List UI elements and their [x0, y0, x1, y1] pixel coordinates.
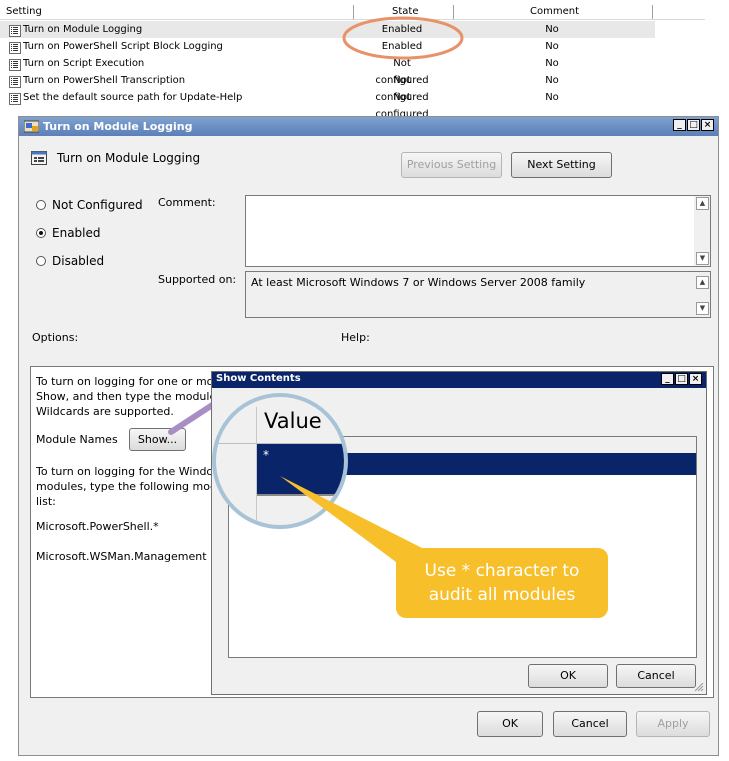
policy-row[interactable]: Set the default source path for Update-H…: [0, 89, 655, 120]
show-contents-title: Show Contents: [216, 373, 301, 384]
policy-name: Set the default source path for Update-H…: [23, 92, 243, 103]
maximize-button[interactable]: □: [687, 119, 700, 131]
minimize-button[interactable]: _: [673, 119, 686, 131]
previous-setting-button[interactable]: Previous Setting: [401, 152, 502, 178]
policy-row[interactable]: Turn on Script Execution Not configured …: [0, 55, 655, 86]
highlight-ellipse: [342, 16, 464, 60]
comment-label: Comment:: [158, 196, 216, 209]
radio-disabled[interactable]: [36, 256, 46, 266]
policy-name: Turn on Module Logging: [23, 24, 143, 35]
value-cell[interactable]: *: [263, 448, 269, 462]
policy-row[interactable]: Turn on PowerShell Script Block Logging …: [0, 38, 655, 55]
scroll-up-icon[interactable]: ▲: [696, 276, 709, 289]
module-example: Microsoft.WSMan.Management: [36, 550, 207, 563]
policy-comment: No: [545, 75, 559, 86]
callout-text: Use * character to: [424, 561, 580, 581]
supported-scrollbar[interactable]: ▲ ▼: [694, 272, 710, 317]
ok-button[interactable]: OK: [477, 711, 543, 737]
scroll-up-icon[interactable]: ▲: [696, 197, 709, 210]
policy-comment: No: [545, 24, 559, 35]
policy-comment: No: [545, 92, 559, 103]
policy-window-icon: [24, 120, 39, 133]
dialog-heading: Turn on Module Logging: [57, 151, 201, 165]
policy-comment: No: [545, 58, 559, 69]
resize-grip-icon[interactable]: [694, 682, 704, 692]
supported-on-box: At least Microsoft Windows 7 or Windows …: [245, 271, 711, 318]
options-label: Options:: [32, 331, 79, 344]
help-label: Help:: [341, 331, 370, 344]
policy-setting-icon: [9, 25, 21, 37]
scroll-down-icon[interactable]: ▼: [696, 252, 709, 265]
callout-text: audit all modules: [428, 585, 576, 605]
apply-button[interactable]: Apply: [636, 711, 710, 737]
setting-icon: [31, 151, 47, 165]
policy-name: Turn on PowerShell Transcription: [23, 75, 186, 86]
radio-enabled-label[interactable]: Enabled: [52, 226, 101, 240]
scroll-down-icon[interactable]: ▼: [696, 302, 709, 315]
options-text: list:: [36, 495, 56, 508]
policy-setting-icon: [9, 76, 21, 88]
options-text: To turn on logging for the Windo: [36, 465, 214, 478]
policy-row[interactable]: Turn on PowerShell Transcription Not con…: [0, 72, 655, 103]
radio-enabled[interactable]: [36, 228, 46, 238]
cancel-button[interactable]: Cancel: [553, 711, 627, 737]
options-text: modules, type the following mod: [36, 480, 217, 493]
radio-not-configured[interactable]: [36, 200, 46, 210]
policy-setting-icon: [9, 59, 21, 71]
close-button[interactable]: ×: [701, 119, 714, 131]
callout-box: Use * character to audit all modules: [396, 548, 608, 618]
value-column-header[interactable]: Value: [264, 409, 322, 433]
column-setting[interactable]: Setting: [6, 6, 42, 17]
radio-not-configured-label[interactable]: Not Configured: [52, 198, 143, 212]
maximize-button[interactable]: □: [675, 373, 688, 385]
policy-setting-icon: [9, 42, 21, 54]
policy-name: Turn on PowerShell Script Block Logging: [23, 41, 223, 52]
dialog-title: Turn on Module Logging: [43, 120, 193, 133]
show-ok-button[interactable]: OK: [528, 664, 608, 688]
column-comment[interactable]: Comment: [530, 6, 579, 17]
supported-on-label: Supported on:: [158, 273, 237, 286]
minimize-button[interactable]: _: [661, 373, 674, 385]
column-divider[interactable]: [652, 5, 653, 19]
policy-comment: No: [545, 41, 559, 52]
supported-on-value: At least Microsoft Windows 7 or Windows …: [251, 276, 586, 289]
dialog-titlebar[interactable]: Turn on Module Logging _ □ ×: [19, 117, 718, 136]
close-button[interactable]: ×: [689, 373, 702, 385]
comment-textarea[interactable]: ▲ ▼: [245, 195, 711, 267]
show-cancel-button[interactable]: Cancel: [616, 664, 696, 688]
policy-name: Turn on Script Execution: [23, 58, 145, 69]
comment-scrollbar[interactable]: ▲ ▼: [694, 196, 710, 266]
show-contents-titlebar[interactable]: Show Contents _ □ ×: [212, 372, 706, 388]
policy-row[interactable]: Turn on Module Logging Enabled No: [0, 21, 655, 38]
next-setting-button[interactable]: Next Setting: [511, 152, 612, 178]
policy-setting-icon: [9, 93, 21, 105]
module-example: Microsoft.PowerShell.*: [36, 520, 159, 533]
radio-disabled-label[interactable]: Disabled: [52, 254, 104, 268]
module-names-label: Module Names: [36, 433, 118, 446]
